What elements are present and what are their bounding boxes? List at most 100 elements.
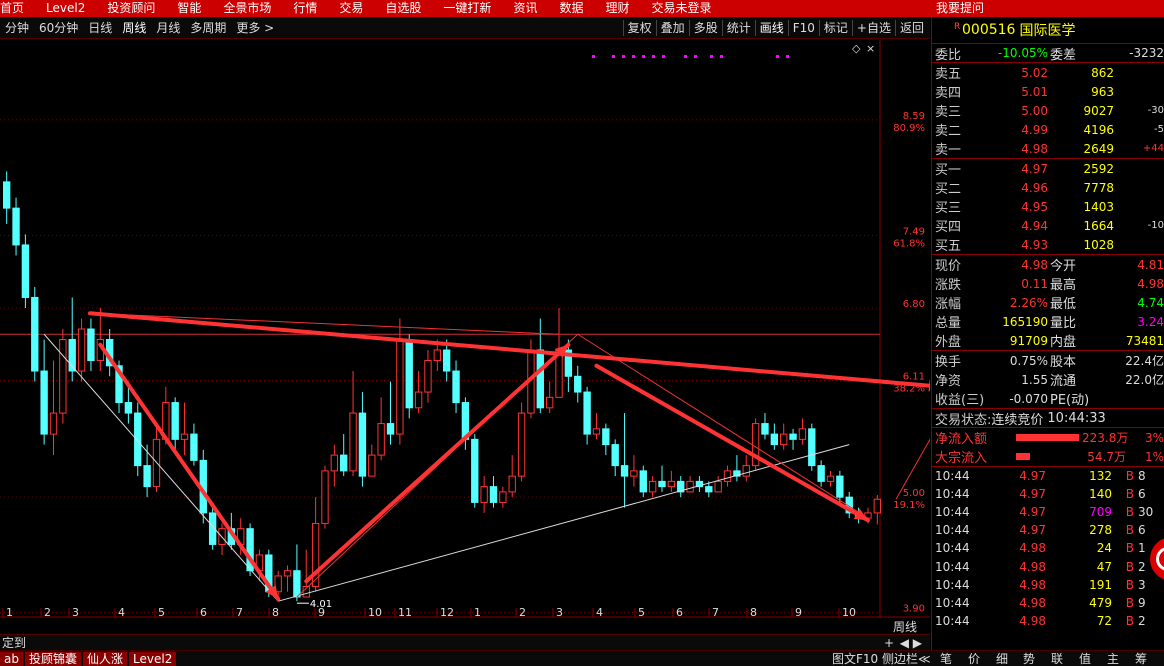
period-tab[interactable]: 周线 <box>122 19 146 36</box>
tick-row: 10:44 4.97 278 B 6 <box>932 521 1164 539</box>
period-tab[interactable]: 分钟 <box>5 19 29 36</box>
tick-count: 6 <box>1138 487 1146 502</box>
top-menu-item[interactable]: 交易 <box>339 0 363 17</box>
sell-level-row[interactable]: 卖三 5.00 9027 -30 <box>932 101 1164 121</box>
signal-dot <box>612 55 615 58</box>
status-left: 定到 <box>2 636 27 650</box>
fund-value: 22.0亿 <box>1125 373 1164 387</box>
candle-body <box>471 438 479 503</box>
nav-arrows[interactable]: ◀ ▶ <box>900 635 922 651</box>
top-menu-item[interactable]: Level2 <box>46 0 85 17</box>
x-tick-label: 12 <box>440 606 454 618</box>
tick-count: 30 <box>1138 505 1154 520</box>
fund-label: 流通 <box>1050 374 1077 389</box>
toolbar-button[interactable]: 统计 <box>721 20 755 36</box>
buy-level-row[interactable]: 买五 4.93 1028 <box>932 235 1164 255</box>
sell-level-row[interactable]: 卖一 4.98 2649 +44 <box>932 139 1164 159</box>
top-menu-item[interactable]: 数据 <box>559 0 583 17</box>
buy-level-price: 4.94 <box>1021 218 1048 233</box>
right-bottom-tab[interactable]: 主 <box>1107 651 1119 666</box>
zoom-in-button[interactable]: + <box>884 635 894 651</box>
period-tab[interactable]: 日线 <box>88 19 112 36</box>
right-bottom-tab[interactable]: 侧边栏≪ <box>882 651 931 666</box>
sell-level-price: 4.99 <box>1021 122 1048 137</box>
right-bottom-tab[interactable]: 筹 <box>1135 651 1147 666</box>
candle-body <box>49 412 58 435</box>
sell-level-row[interactable]: 卖五 5.02 862 <box>932 63 1164 83</box>
top-menu-item[interactable]: 理财 <box>605 0 629 17</box>
buy-level-row[interactable]: 买一 4.97 2592 <box>932 159 1164 179</box>
buy-level-row[interactable]: 买四 4.94 1664 -10 <box>932 216 1164 236</box>
right-bottom-tab[interactable]: 值 <box>1079 651 1091 666</box>
tick-volume: 709 <box>1089 505 1112 520</box>
quote-label: 现价 <box>935 259 962 274</box>
toolbar-button[interactable]: 复权 <box>622 20 656 36</box>
tick-volume: 72 <box>1096 613 1112 628</box>
period-tab[interactable]: 更多 > <box>236 19 274 36</box>
top-menu-item[interactable]: 智能 <box>177 0 201 17</box>
toolbar-button[interactable]: 画线 <box>754 20 788 36</box>
top-menu-item[interactable]: 行情 <box>293 0 317 17</box>
quote-label: 外盘 <box>935 335 962 350</box>
candle-body <box>340 454 348 472</box>
fundamentals: 换手 0.75% 股本 22.4亿 净资 1.55 流通 22.0亿 收益(三) -0.070 PE… <box>932 350 1164 408</box>
period-tab[interactable]: 多周期 <box>190 19 226 36</box>
stock-name[interactable]: 国际医学 <box>1019 20 1075 40</box>
x-tick-label: 3 <box>72 606 79 618</box>
tick-time: 10:44 <box>935 613 970 628</box>
toolbar-button[interactable]: 叠加 <box>655 20 689 36</box>
candle-body <box>443 349 451 372</box>
candle-body <box>611 444 619 467</box>
top-menu-item[interactable]: 投资顾问 <box>107 0 155 17</box>
right-bottom-tab[interactable]: 联 <box>1051 651 1063 666</box>
sell-level-row[interactable]: 卖四 5.01 963 <box>932 82 1164 102</box>
tick-time: 10:44 <box>935 595 970 610</box>
bottom-tab[interactable]: 仙人涨 <box>83 651 128 666</box>
money-flows: 净流入额 223.8万 3% 大宗流入 54.7万 1% <box>932 427 1164 466</box>
tick-volume: 24 <box>1096 541 1112 556</box>
trade-status-row: 交易状态: 连续竞价 10:44:33 <box>932 408 1164 428</box>
toolbar-button[interactable]: 多股 <box>688 20 722 36</box>
price-tick-label: 3.90 <box>903 604 925 615</box>
bottom-tab[interactable]: ab <box>0 651 23 666</box>
sell-level-row[interactable]: 卖二 4.99 4196 -5 <box>932 120 1164 140</box>
period-tab[interactable]: 月线 <box>156 19 180 36</box>
tick-price: 4.98 <box>1019 595 1046 610</box>
right-bottom-tab[interactable]: 图文F10 <box>832 651 878 666</box>
top-menu-item[interactable]: 自选股 <box>385 0 421 17</box>
right-bottom-tab[interactable]: 势 <box>1023 651 1035 666</box>
toolbar-button[interactable]: 返回 <box>894 20 928 36</box>
quote-value: 4.74 <box>1137 295 1164 310</box>
candle-body <box>452 370 460 404</box>
candle-body <box>508 475 516 493</box>
toolbar-button[interactable]: F10 <box>787 20 819 36</box>
toolbar-button[interactable]: 标记 <box>818 20 852 36</box>
flow-row: 净流入额 223.8万 3% <box>932 428 1164 448</box>
top-menu-item[interactable]: 首页 <box>0 0 24 17</box>
candle-body <box>489 486 498 503</box>
buy-level-volume: 1664 <box>1083 218 1114 233</box>
buy-level-price: 4.95 <box>1021 199 1048 214</box>
drawn-line-top <box>90 312 560 335</box>
buy-level-row[interactable]: 买三 4.95 1403 <box>932 197 1164 217</box>
toolbar-button[interactable]: +自选 <box>851 20 895 36</box>
right-bottom-tab[interactable]: 价 <box>968 651 980 666</box>
buy-level-row[interactable]: 买二 4.96 7778 <box>932 178 1164 198</box>
top-menu-item[interactable]: 交易未登录 <box>651 0 711 17</box>
tick-price: 4.98 <box>1019 559 1046 574</box>
period-tab[interactable]: 60分钟 <box>39 19 78 36</box>
right-bottom-tab[interactable]: 笔 <box>940 651 952 666</box>
tick-row: 10:44 4.97 709 B 30 <box>932 503 1164 521</box>
top-menu-item[interactable]: 资讯 <box>513 0 537 17</box>
top-menu-item[interactable]: 一键打新 <box>443 0 491 17</box>
kline-chart-area[interactable]: 8.59 80.9% 7.49 61.8% 6.80 6.11 38.2% 5.00 19.1%… <box>0 40 930 618</box>
kline-chart[interactable]: 8.5980.9%7.4961.8%6.806.1138.2%5.0019.1%… <box>0 40 930 618</box>
bottom-tab[interactable]: 投顾锦囊 <box>24 651 81 666</box>
right-bottom-tab[interactable]: 细 <box>996 651 1008 666</box>
stock-code[interactable]: 000516 <box>962 22 1015 38</box>
bottom-tab[interactable]: Level2 <box>129 651 177 666</box>
pct-tick-label: 80.9% <box>893 123 925 134</box>
ask-question-link[interactable]: 我要提问 <box>936 0 984 17</box>
signal-dot <box>632 55 635 58</box>
top-menu-item[interactable]: 全景市场 <box>223 0 271 17</box>
